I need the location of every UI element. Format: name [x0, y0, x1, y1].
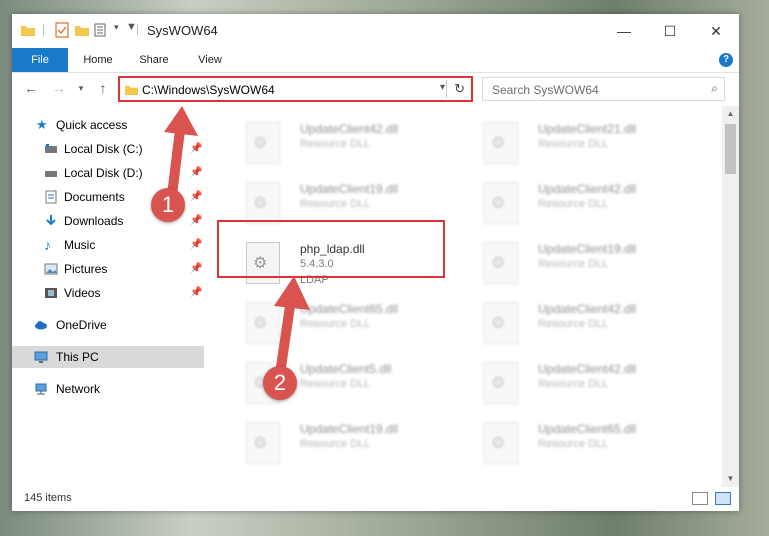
tab-file[interactable]: File [12, 48, 68, 72]
chevron-down-icon[interactable]: ▾ [114, 22, 119, 33]
separator [446, 80, 447, 98]
pin-icon[interactable]: 📌 [190, 282, 202, 304]
file-tile[interactable]: UpdateClient42.dll Resource DLL [232, 114, 460, 170]
ribbon-tabs: File Home Share View ? [12, 48, 739, 73]
dll-file-icon [246, 422, 280, 464]
help-icon[interactable]: ? [719, 53, 733, 67]
chevron-down-icon[interactable]: ▾ [440, 82, 445, 93]
file-tile[interactable]: UpdateClient65.dll Resource DLL [470, 414, 698, 470]
item-count: 145 items [24, 492, 72, 504]
properties-icon[interactable] [54, 22, 70, 38]
separator: | [42, 22, 46, 36]
close-button[interactable]: ✕ [693, 14, 739, 48]
vertical-scrollbar[interactable]: ▲ ▼ [722, 106, 739, 487]
search-placeholder: Search SysWOW64 [492, 83, 599, 97]
refresh-icon[interactable]: ↻ [454, 81, 465, 97]
arrow-to-php-ldap [274, 276, 310, 379]
dll-file-icon [246, 182, 280, 224]
dll-file-icon [484, 422, 518, 464]
scroll-thumb[interactable] [725, 124, 736, 174]
drive-icon [45, 171, 57, 177]
navigation-bar: ← → ▾ ↑ C:\Windows\SysWOW64 ▾ ↻ Search S… [12, 74, 739, 104]
documents-icon [45, 190, 57, 204]
tab-share[interactable]: Share [134, 48, 174, 72]
music-icon: ♪ [44, 237, 51, 253]
large-icons-view-icon[interactable] [715, 492, 731, 505]
network-icon [35, 383, 47, 395]
star-icon: ★ [36, 117, 48, 132]
dll-file-icon [484, 362, 518, 404]
dll-file-icon [484, 182, 518, 224]
status-bar: 145 items [12, 487, 739, 511]
details-view-icon[interactable] [692, 492, 708, 505]
file-tile[interactable]: UpdateClient19.dll Resource DLL [470, 234, 698, 290]
sidebar-item-onedrive[interactable]: OneDrive [12, 314, 204, 336]
sidebar-item-network[interactable]: Network [12, 378, 204, 400]
cloud-icon [35, 321, 47, 330]
dll-file-icon [484, 242, 518, 284]
search-input[interactable]: Search SysWOW64 ⌕ [482, 77, 725, 101]
new-folder-icon[interactable] [74, 22, 90, 38]
search-icon[interactable]: ⌕ [711, 81, 718, 96]
pin-icon[interactable]: 📌 [190, 258, 202, 280]
file-tile[interactable]: UpdateClient42.dll Resource DLL [470, 174, 698, 230]
file-tile[interactable]: UpdateClient19.dll Resource DLL [232, 414, 460, 470]
forward-arrow-icon[interactable]: → [50, 80, 68, 96]
computer-icon [34, 351, 48, 363]
sidebar-item-pictures[interactable]: Pictures 📌 [12, 258, 204, 280]
step-marker-2: 2 [263, 366, 297, 400]
sidebar-item-music[interactable]: ♪ Music 📌 [12, 234, 204, 256]
scroll-down-icon[interactable]: ▼ [722, 471, 739, 487]
up-arrow-icon[interactable]: ↑ [94, 80, 112, 96]
address-path: C:\Windows\SysWOW64 [142, 83, 275, 97]
dll-file-icon [246, 122, 280, 164]
recent-locations-icon[interactable]: ▾ [72, 83, 90, 94]
file-tile[interactable]: UpdateClient42.dll Resource DLL [470, 354, 698, 410]
file-tile[interactable]: UpdateClient42.dll Resource DLL [470, 294, 698, 350]
videos-icon [45, 288, 57, 298]
downloads-icon [46, 215, 56, 226]
drive-icon [45, 144, 57, 153]
pictures-icon [44, 263, 58, 275]
sidebar-item-videos[interactable]: Videos 📌 [12, 282, 204, 304]
folder-icon [124, 85, 139, 96]
separator: | [136, 22, 140, 36]
title-bar: | ▾ ▼ | SysWOW64 — ☐ ✕ [12, 14, 739, 48]
sidebar-item-this-pc[interactable]: This PC [12, 346, 204, 368]
back-arrow-icon[interactable]: ← [22, 80, 40, 96]
maximize-button[interactable]: ☐ [647, 14, 693, 48]
minimize-button[interactable]: — [601, 14, 647, 48]
tab-home[interactable]: Home [78, 48, 118, 72]
customize-toolbar-icon[interactable] [94, 22, 110, 38]
folder-icon [21, 26, 35, 36]
file-tile[interactable]: UpdateClient21.dll Resource DLL [470, 114, 698, 170]
address-bar[interactable]: C:\Windows\SysWOW64 ▾ ↻ [118, 76, 473, 102]
scroll-up-icon[interactable]: ▲ [722, 106, 739, 122]
pin-icon[interactable]: 📌 [190, 234, 202, 256]
step-marker-1: 1 [151, 188, 185, 222]
tab-view[interactable]: View [190, 48, 230, 72]
arrow-to-address-bar [164, 106, 198, 200]
highlight-box-php-ldap [217, 220, 445, 278]
dll-file-icon [484, 122, 518, 164]
window-title: SysWOW64 [147, 23, 218, 38]
dll-file-icon [484, 302, 518, 344]
pin-icon[interactable]: 📌 [190, 210, 202, 232]
